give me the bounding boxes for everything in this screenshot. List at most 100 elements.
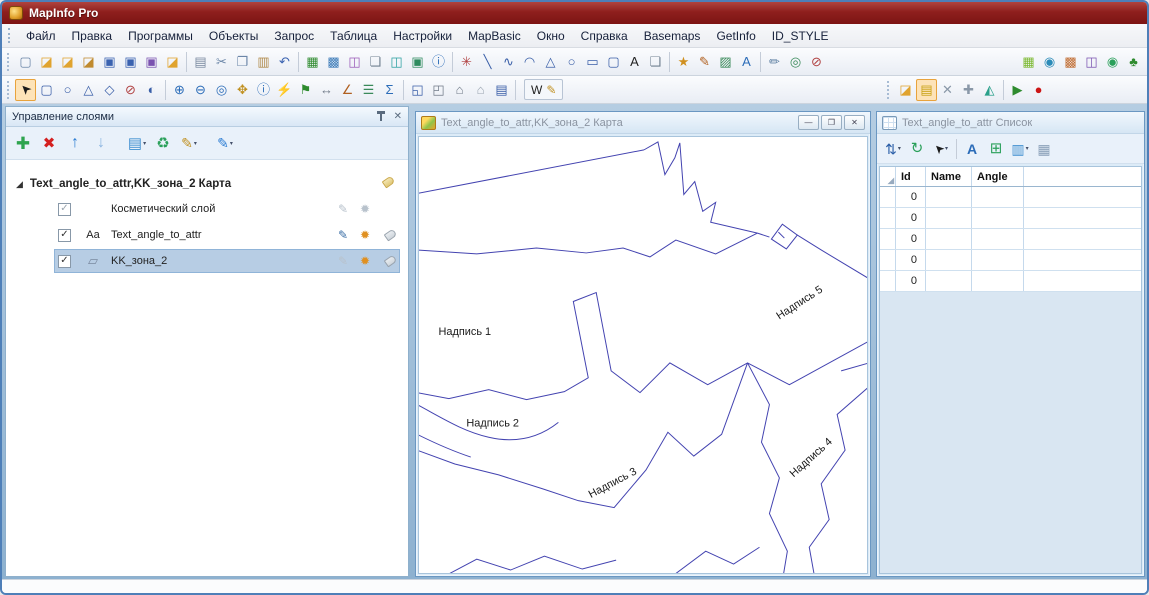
open-copy-icon[interactable]: ◪ (57, 51, 78, 73)
polygon-select-icon[interactable]: △ (78, 79, 99, 101)
pen-icon[interactable]: ✎ (546, 83, 556, 97)
editable-toggle-icon[interactable]: ✎ (334, 202, 352, 216)
unselect-all-icon[interactable]: ⊘ (120, 79, 141, 101)
angle-cell[interactable] (972, 271, 1024, 291)
sort-filter-icon[interactable]: ⇅▾ (881, 137, 905, 161)
new-redistrict-icon[interactable]: ◫ (386, 51, 407, 73)
editable-toggle-icon[interactable]: ✎ (334, 254, 352, 268)
layer-order-icon[interactable]: ▤▾ (124, 130, 150, 156)
menu-item[interactable]: Настройки (385, 26, 460, 46)
collapse-arrow-icon[interactable]: ◢ (16, 179, 23, 190)
print-icon[interactable]: ▤ (190, 51, 211, 73)
globe-icon[interactable]: ◉ (1039, 51, 1060, 73)
binoculars-icon[interactable]: ◫ (1081, 51, 1102, 73)
disconnect-icon[interactable]: ✕ (937, 79, 958, 101)
mapbasic-window-icon[interactable]: ▤ (916, 79, 937, 101)
open-table-icon[interactable]: ◪ (36, 51, 57, 73)
catalog-icon[interactable]: ▦ (1018, 51, 1039, 73)
filler-cell[interactable] (1024, 250, 1141, 270)
tree-root-map[interactable]: ◢ Text_angle_to_attr,KK_зона_2 Карта (6, 172, 408, 196)
column-header-angle[interactable]: Angle (972, 167, 1024, 186)
line-style-icon[interactable]: ✎ (694, 51, 715, 73)
visibility-checkbox[interactable]: ✓ (58, 255, 71, 268)
text-style-icon[interactable]: A (960, 137, 984, 161)
rectangle-tool-icon[interactable]: ▭ (582, 51, 603, 73)
record-icon[interactable]: ● (1028, 79, 1049, 101)
filler-cell[interactable] (1024, 208, 1141, 228)
pick-fields-icon[interactable]: ▥▾ (1008, 137, 1032, 161)
text-tool-icon[interactable]: A (624, 51, 645, 73)
menu-item[interactable]: Программы (120, 26, 201, 46)
map-text-label[interactable]: Надпись 5 (774, 284, 825, 323)
name-cell[interactable] (926, 271, 972, 291)
name-cell[interactable] (926, 229, 972, 249)
visibility-checkbox[interactable]: ✓ (58, 203, 71, 216)
restore-button[interactable]: ❐ (821, 115, 842, 130)
symbol-tool-icon[interactable]: ✳ (456, 51, 477, 73)
set-target-icon[interactable]: ◎ (785, 51, 806, 73)
district-target-icon[interactable]: ⌂ (470, 79, 491, 101)
id-cell[interactable]: 0 (896, 271, 926, 291)
hover-options-icon[interactable]: ✎▾ (212, 130, 238, 156)
refresh-icon[interactable]: ↻ (905, 137, 929, 161)
map-text-label[interactable]: Надпись 2 (466, 417, 519, 429)
menu-item[interactable]: Запрос (266, 26, 322, 46)
select-records-icon[interactable]: ➤▾ (929, 137, 953, 161)
angle-cell[interactable] (972, 229, 1024, 249)
boundary-select-icon[interactable]: ◇ (99, 79, 120, 101)
editable-toggle-icon[interactable]: ✎ (334, 228, 352, 242)
row-selector-cell[interactable] (880, 250, 896, 270)
hotlink-tag-icon[interactable] (384, 229, 398, 242)
info-window-icon[interactable]: ⓘ (428, 51, 449, 73)
map-region-outline[interactable] (674, 547, 760, 573)
table-row[interactable]: 0 (880, 250, 1141, 271)
reshape-icon[interactable]: ✏ (764, 51, 785, 73)
map-text-label[interactable]: Надпись 3 (587, 466, 639, 501)
new-graph-icon[interactable]: ◫ (344, 51, 365, 73)
legend-icon[interactable]: ☰ (358, 79, 379, 101)
clear-target-icon[interactable]: ⊘ (806, 51, 827, 73)
map-region-outline[interactable] (748, 363, 788, 573)
menu-item[interactable]: Правка (64, 26, 121, 46)
invert-selection-icon[interactable]: ◐ (141, 79, 162, 101)
autolabel-toggle-icon[interactable]: ✹ (356, 254, 374, 268)
map-region-outline[interactable] (644, 142, 757, 233)
move-layer-down-icon[interactable]: ↓ (88, 130, 114, 156)
map-region-outline[interactable] (419, 233, 757, 257)
add-layer-icon[interactable]: ✚ (10, 130, 36, 156)
autolabel-toggle-icon[interactable]: ✹ (356, 228, 374, 242)
row-selector-cell[interactable] (880, 208, 896, 228)
filler-cell[interactable] (1024, 187, 1141, 207)
layer-style-icon[interactable]: ✎▾ (176, 130, 202, 156)
layer-row-region[interactable]: ✓ ▱ KK_зона_2 ✎ ✹ (6, 248, 408, 274)
layer-row-cosmetic[interactable]: ✓ Косметический слой ✎ ✹ (6, 196, 408, 222)
title-bar[interactable]: MapInfo Pro (2, 2, 1147, 24)
map-region-outline[interactable] (809, 387, 867, 573)
map-region-outline[interactable] (797, 235, 867, 279)
change-zoom-icon[interactable]: ◎ (211, 79, 232, 101)
paste-icon[interactable]: ▥ (253, 51, 274, 73)
map-canvas[interactable]: Надпись 1Надпись 2Надпись 3Надпись 4Надп… (418, 136, 868, 574)
browser-window-titlebar[interactable]: Text_angle_to_attr Список (877, 112, 1144, 134)
angle-cell[interactable] (972, 250, 1024, 270)
map-region-outline[interactable] (419, 150, 644, 194)
angle-cell[interactable] (972, 187, 1024, 207)
cut-icon[interactable]: ✂ (211, 51, 232, 73)
arc-tool-icon[interactable]: ◠ (519, 51, 540, 73)
hotlink-tool-icon[interactable]: ⚡ (274, 79, 295, 101)
visibility-checkbox[interactable]: ✓ (58, 229, 71, 242)
region-style-icon[interactable]: ▨ (715, 51, 736, 73)
map-window-titlebar[interactable]: Text_angle_to_attr,KK_зона_2 Карта —❐✕ (416, 112, 870, 134)
pan-icon[interactable]: ✥ (232, 79, 253, 101)
save-table-icon[interactable]: ▣ (99, 51, 120, 73)
layer-row-text[interactable]: ✓ Aa Text_angle_to_attr ✎ ✹ (6, 222, 408, 248)
label-tool-icon[interactable]: ⚑ (295, 79, 316, 101)
new-mapbasic-icon[interactable]: ▣ (407, 51, 428, 73)
menu-item[interactable]: Таблица (322, 26, 385, 46)
marquee-select-icon[interactable]: ▢ (36, 79, 57, 101)
new-table-icon[interactable]: ▢ (15, 51, 36, 73)
text-style-icon[interactable]: A (736, 51, 757, 73)
zoom-in-icon[interactable]: ⊕ (169, 79, 190, 101)
table-row[interactable]: 0 (880, 229, 1141, 250)
zoom-out-icon[interactable]: ⊖ (190, 79, 211, 101)
